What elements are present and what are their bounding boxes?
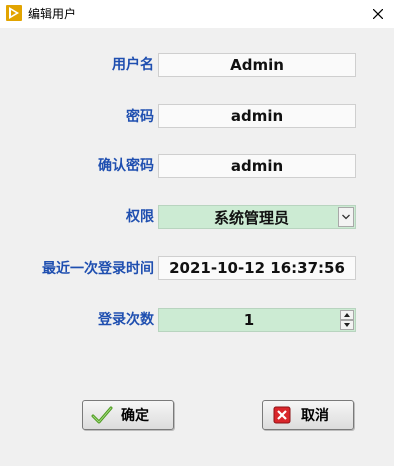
- spin-up-button[interactable]: [340, 310, 354, 320]
- chevron-down-icon: [342, 214, 350, 220]
- window-title: 编辑用户: [28, 7, 77, 21]
- labview-run-arrow-icon: [6, 5, 22, 21]
- cancel-button[interactable]: 取消: [262, 400, 354, 430]
- confirm-password-label: 确认密码: [98, 158, 154, 174]
- username-label: 用户名: [112, 57, 154, 73]
- red-x-icon: [271, 405, 293, 425]
- checkmark-icon: [91, 405, 113, 425]
- permission-label: 权限: [126, 209, 154, 225]
- permission-value: 系统管理员: [213, 208, 289, 227]
- close-icon: [373, 9, 383, 19]
- username-field[interactable]: Admin: [158, 53, 356, 77]
- password-field[interactable]: admin: [158, 104, 356, 128]
- password-label: 密码: [126, 109, 154, 125]
- ok-button[interactable]: 确定: [82, 400, 174, 430]
- spin-up-icon: [344, 313, 350, 317]
- cancel-button-label: 取消: [301, 408, 329, 424]
- login-count-field[interactable]: 1: [158, 308, 356, 332]
- permission-dropdown-button[interactable]: [338, 207, 354, 227]
- login-count-spinner: [340, 310, 354, 330]
- last-login-label: 最近一次登录时间: [42, 261, 154, 277]
- spin-down-icon: [344, 323, 350, 327]
- login-count-value: 1: [243, 311, 255, 329]
- close-button[interactable]: [362, 0, 394, 28]
- confirm-password-field[interactable]: admin: [158, 154, 356, 178]
- permission-select[interactable]: 系统管理员: [158, 205, 356, 229]
- edit-user-form: 用户名 Admin 密码 admin 确认密码 admin 权限 系统管理员 最…: [0, 28, 394, 466]
- login-count-label: 登录次数: [98, 312, 154, 328]
- spin-down-button[interactable]: [340, 320, 354, 330]
- last-login-field: 2021-10-12 16:37:56: [158, 256, 356, 280]
- title-bar: 编辑用户: [0, 0, 394, 28]
- ok-button-label: 确定: [121, 408, 149, 424]
